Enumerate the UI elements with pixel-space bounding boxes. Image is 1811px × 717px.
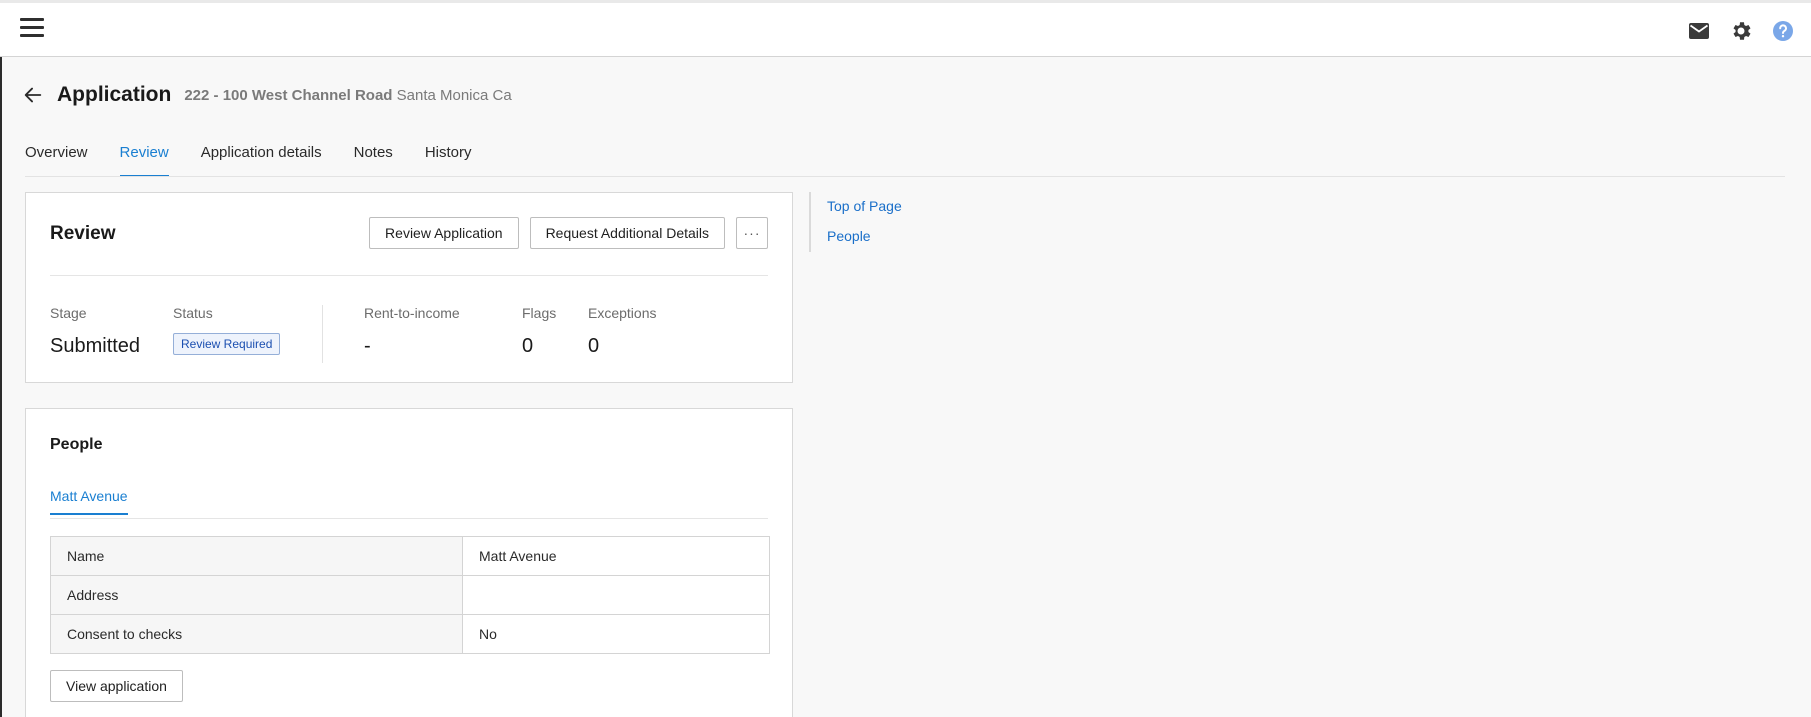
status-badge: Review Required (173, 333, 281, 355)
status-stat: Status Review Required (173, 305, 281, 355)
table-row: Address (50, 575, 770, 615)
status-label: Status (173, 305, 213, 321)
page-tabs: Overview Review Application details Note… (25, 141, 503, 177)
review-divider (50, 275, 768, 276)
top-app-bar (0, 0, 1811, 57)
window-edge (0, 0, 2, 717)
stage-value: Submitted (50, 335, 141, 357)
people-card: People Matt Avenue Name Matt Avenue Addr… (25, 408, 793, 717)
property-address: 222 - 100 West Channel Road Santa Monica… (184, 87, 511, 104)
page-title: Application (57, 83, 172, 106)
flags-value: 0 (522, 335, 534, 357)
more-options-button[interactable]: ··· (736, 217, 768, 249)
rent-to-income-label: Rent-to-income (364, 305, 460, 321)
menu-icon[interactable] (20, 18, 44, 40)
exceptions-value: 0 (588, 335, 600, 357)
review-card: Review Review Application Request Additi… (25, 192, 793, 383)
rent-to-income-stat: Rent-to-income - (364, 305, 460, 358)
top-actions (1687, 19, 1795, 43)
person-details-table: Name Matt Avenue Address Consent to chec… (50, 536, 770, 654)
tab-notes[interactable]: Notes (354, 141, 393, 177)
tab-history[interactable]: History (425, 141, 472, 177)
mail-icon[interactable] (1687, 19, 1711, 43)
stage-stat: Stage Submitted (50, 305, 140, 358)
row-key: Consent to checks (50, 614, 463, 654)
table-row: Name Matt Avenue (50, 536, 770, 576)
tabs-divider (25, 176, 1785, 177)
stats-separator (322, 305, 323, 363)
people-title: People (50, 436, 103, 453)
stage-label: Stage (50, 305, 87, 321)
jump-link-top-of-page[interactable]: Top of Page (827, 198, 902, 214)
rent-to-income-value: - (364, 335, 371, 357)
review-title: Review (50, 223, 116, 244)
jump-link-people[interactable]: People (827, 228, 902, 244)
view-application-button[interactable]: View application (50, 670, 183, 702)
gear-icon[interactable] (1729, 19, 1753, 43)
table-row: Consent to checks No (50, 614, 770, 654)
tab-review[interactable]: Review (119, 141, 169, 177)
row-key: Address (50, 575, 463, 615)
review-actions: Review Application Request Additional De… (369, 217, 768, 249)
address-unit: 222 - 100 West Channel Road (184, 86, 393, 104)
page-header: Application 222 - 100 West Channel Road … (22, 80, 512, 110)
request-additional-details-button[interactable]: Request Additional Details (529, 217, 725, 249)
exceptions-label: Exceptions (588, 305, 657, 321)
review-stats: Stage Submitted Status Review Required R… (50, 305, 768, 365)
person-tabs-divider (50, 518, 768, 519)
help-icon[interactable] (1771, 19, 1795, 43)
flags-stat: Flags 0 (522, 305, 556, 358)
back-arrow-icon[interactable] (22, 84, 44, 106)
row-value (462, 575, 770, 615)
exceptions-stat: Exceptions 0 (588, 305, 656, 358)
person-tab-matt-avenue[interactable]: Matt Avenue (50, 488, 128, 515)
flags-label: Flags (522, 305, 557, 321)
tab-application-details[interactable]: Application details (201, 141, 322, 177)
page-jump-nav: Top of Page People (809, 192, 902, 252)
row-value: No (462, 614, 770, 654)
address-city: Santa Monica Ca (396, 86, 512, 104)
row-value: Matt Avenue (462, 536, 770, 576)
row-key: Name (50, 536, 463, 576)
tab-overview[interactable]: Overview (25, 141, 88, 177)
review-application-button[interactable]: Review Application (369, 217, 519, 249)
